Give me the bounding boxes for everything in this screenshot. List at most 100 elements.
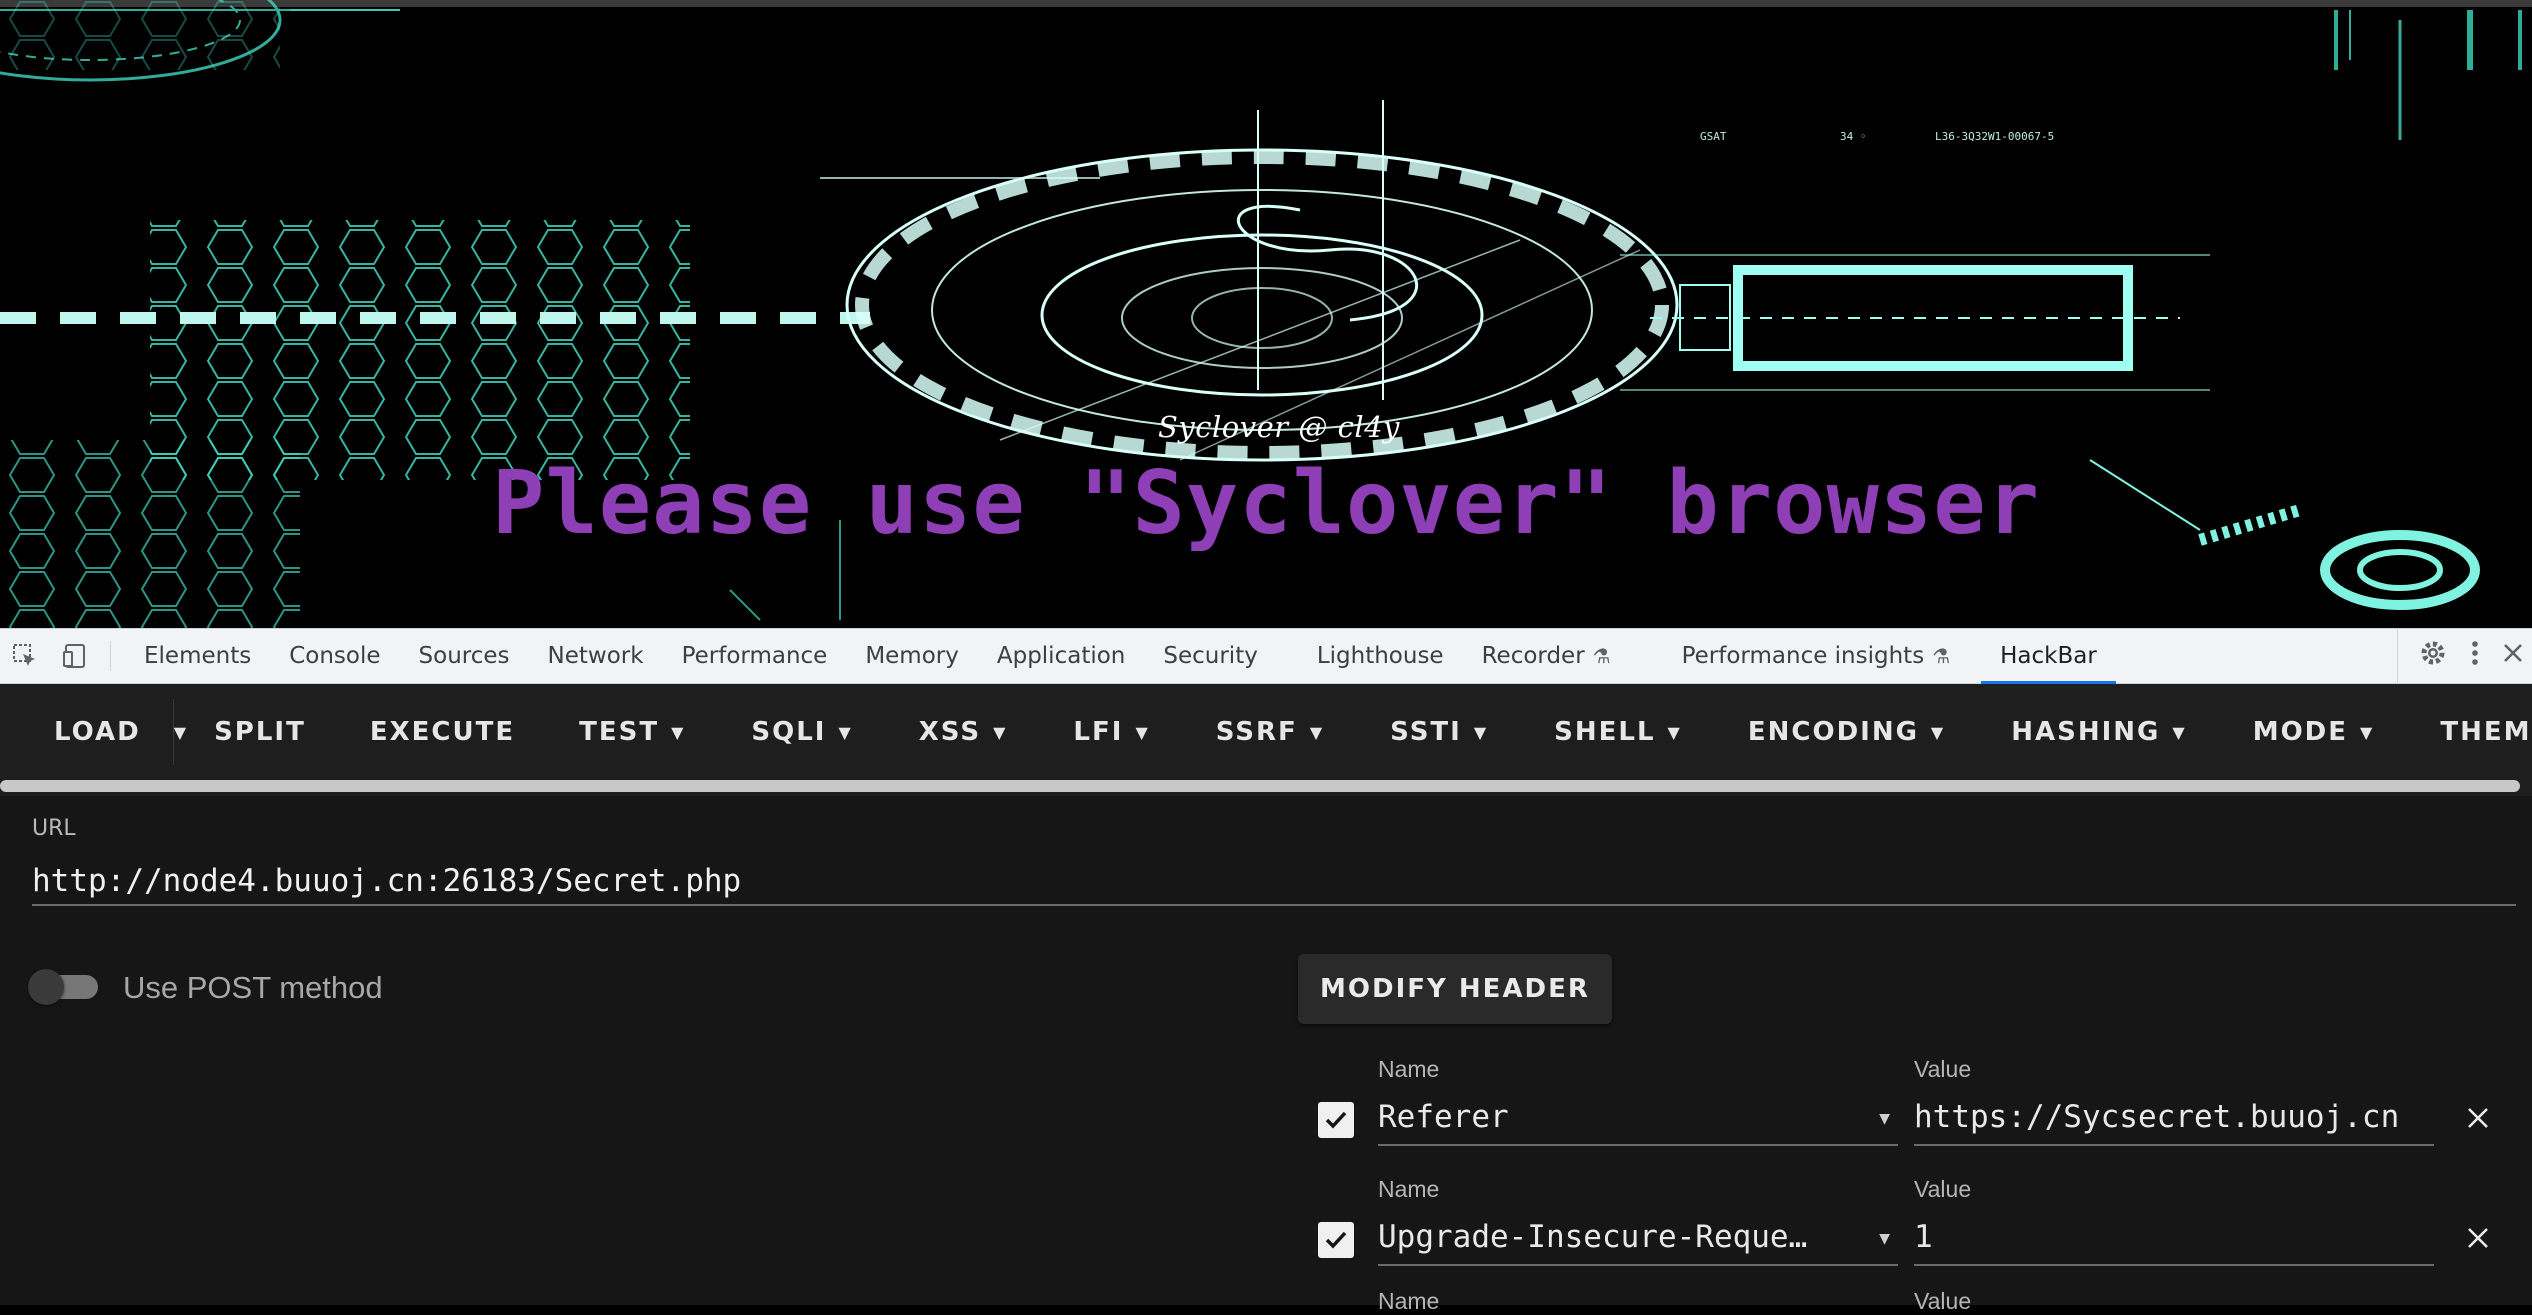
- tab-label: Performance: [681, 643, 828, 669]
- kebab-menu-icon[interactable]: [2470, 638, 2480, 674]
- tab-label: Memory: [865, 643, 959, 669]
- chevron-down-icon: ▼: [1879, 1228, 1890, 1249]
- load-button[interactable]: LOAD: [0, 699, 174, 765]
- url-label: URL: [32, 816, 76, 841]
- tab-label: Console: [289, 643, 381, 669]
- header-name-text: Referer: [1378, 1099, 1509, 1135]
- header-name-select[interactable]: Referer ▼: [1378, 1090, 1898, 1146]
- tab-label: Network: [547, 643, 644, 669]
- remove-header-icon[interactable]: [2458, 1098, 2498, 1138]
- header-name-label: Name: [1378, 1288, 1440, 1314]
- xss-label: XSS: [918, 717, 982, 747]
- lfi-label: LFI: [1073, 717, 1124, 747]
- tab-application[interactable]: Application: [978, 629, 1145, 683]
- tab-elements[interactable]: Elements: [125, 629, 270, 683]
- load-dropdown-icon[interactable]: ▼: [174, 723, 188, 742]
- gear-icon[interactable]: [2418, 638, 2448, 674]
- hashing-menu-button[interactable]: HASHING ▼: [1971, 702, 2212, 762]
- lfi-menu-button[interactable]: LFI ▼: [1033, 702, 1175, 762]
- checkmark-icon: [1325, 1111, 1347, 1129]
- chevron-down-icon: ▼: [993, 722, 1008, 742]
- svg-text:34 ◦: 34 ◦: [1840, 130, 1867, 143]
- xss-menu-button[interactable]: XSS ▼: [879, 702, 1034, 762]
- header-enabled-checkbox[interactable]: [1318, 1102, 1354, 1138]
- theme-menu-button[interactable]: THEME: [2400, 702, 2532, 762]
- tab-security[interactable]: Security: [1144, 629, 1276, 683]
- post-method-label: Use POST method: [123, 970, 383, 1005]
- ssti-label: SSTI: [1390, 717, 1462, 747]
- chevron-down-icon: ▼: [838, 722, 853, 742]
- tab-label: Recorder: [1481, 643, 1585, 669]
- ssrf-label: SSRF: [1215, 717, 1298, 747]
- execute-label: EXECUTE: [369, 717, 516, 747]
- devtools-tab-bar: Elements Console Sources Network Perform…: [0, 628, 2532, 684]
- remove-header-icon[interactable]: [2458, 1218, 2498, 1258]
- toggle-thumb: [28, 969, 64, 1005]
- tab-hackbar[interactable]: HackBar: [1981, 629, 2116, 684]
- chevron-down-icon: ▼: [1473, 722, 1489, 742]
- tab-label: Application: [996, 643, 1126, 669]
- tab-performance[interactable]: Performance: [663, 629, 847, 683]
- header-value-input[interactable]: 1: [1914, 1210, 2434, 1266]
- close-icon[interactable]: [2502, 642, 2524, 670]
- load-label: LOAD: [54, 717, 141, 747]
- encoding-menu-button[interactable]: ENCODING ▼: [1708, 702, 1971, 762]
- hackbar-toolbar: LOAD ▼ SPLIT EXECUTE TEST ▼ SQLI ▼ XSS ▼ LF…: [0, 684, 2532, 780]
- header-name-label: Name: [1378, 1176, 1440, 1202]
- tab-console[interactable]: Console: [270, 629, 399, 683]
- chevron-down-icon: ▼: [2172, 722, 2187, 742]
- checkmark-icon: [1325, 1231, 1347, 1249]
- test-menu-button[interactable]: TEST ▼: [541, 702, 711, 762]
- tab-recorder[interactable]: Recorder ⚗: [1463, 629, 1630, 683]
- tab-label: Sources: [418, 643, 510, 669]
- header-value-input[interactable]: https://Sycsecret.buuoj.cn: [1914, 1090, 2434, 1146]
- header-name-select[interactable]: Upgrade-Insecure-Reque… ▼: [1378, 1210, 1898, 1266]
- header-value-label: Value: [1914, 1176, 1972, 1202]
- header-value-label: Value: [1914, 1288, 1972, 1314]
- tab-performance-insights[interactable]: Performance insights ⚗: [1630, 629, 1970, 683]
- flask-icon: ⚗: [1592, 644, 1611, 668]
- header-enabled-checkbox[interactable]: [1318, 1222, 1354, 1258]
- post-method-toggle[interactable]: [28, 969, 102, 1005]
- theme-label: THEME: [2440, 717, 2532, 747]
- tab-memory[interactable]: Memory: [846, 629, 978, 683]
- split-button[interactable]: SPLIT: [188, 702, 332, 762]
- ssti-menu-button[interactable]: SSTI ▼: [1350, 702, 1514, 762]
- tab-lighthouse[interactable]: Lighthouse: [1277, 629, 1463, 683]
- page-viewport: GSAT 34 ◦ L36-3Q32W1-00067-5 Syclover @ …: [0, 0, 2532, 628]
- mode-label: MODE: [2252, 717, 2349, 747]
- sqli-menu-button[interactable]: SQLI ▼: [711, 702, 878, 762]
- chevron-down-icon: ▼: [1667, 722, 1682, 742]
- svg-text:GSAT: GSAT: [1700, 130, 1727, 143]
- test-label: TEST: [579, 717, 660, 747]
- header-row: Name Value Referer ▼ https://Sycsecret.b…: [1318, 1056, 2532, 1166]
- author-watermark: Syclover @ cl4y: [1158, 410, 1400, 444]
- device-toolbar-icon[interactable]: [50, 629, 100, 683]
- chevron-down-icon: ▼: [1135, 722, 1150, 742]
- ssrf-menu-button[interactable]: SSRF ▼: [1176, 702, 1350, 762]
- chevron-down-icon: ▼: [2360, 722, 2375, 742]
- sqli-label: SQLI: [751, 717, 827, 747]
- flask-icon: ⚗: [1932, 644, 1951, 668]
- mode-menu-button[interactable]: MODE ▼: [2213, 702, 2401, 762]
- page-headline: Please use "Syclover" browser: [492, 452, 2040, 554]
- modify-header-button[interactable]: MODIFY HEADER: [1298, 954, 1612, 1024]
- chevron-down-icon: ▼: [1879, 1108, 1890, 1129]
- tab-label: Performance insights: [1681, 643, 1925, 669]
- shell-label: SHELL: [1554, 717, 1656, 747]
- url-input[interactable]: [32, 858, 2516, 906]
- tab-network[interactable]: Network: [529, 629, 663, 683]
- encoding-label: ENCODING: [1747, 717, 1919, 747]
- toolbar-scrollbar[interactable]: [0, 780, 2520, 792]
- chevron-down-icon: ▼: [1930, 722, 1946, 742]
- execute-button[interactable]: EXECUTE: [332, 702, 541, 762]
- shell-menu-button[interactable]: SHELL ▼: [1514, 702, 1708, 762]
- inspect-element-icon[interactable]: [0, 629, 50, 683]
- tab-label: Elements: [144, 643, 252, 669]
- chevron-down-icon: ▼: [671, 722, 686, 742]
- modify-header-label: MODIFY HEADER: [1320, 974, 1590, 1004]
- header-name-text: Upgrade-Insecure-Reque…: [1378, 1219, 1808, 1255]
- tab-sources[interactable]: Sources: [400, 629, 529, 683]
- tab-label: HackBar: [2000, 643, 2097, 669]
- chevron-down-icon: ▼: [1309, 722, 1325, 742]
